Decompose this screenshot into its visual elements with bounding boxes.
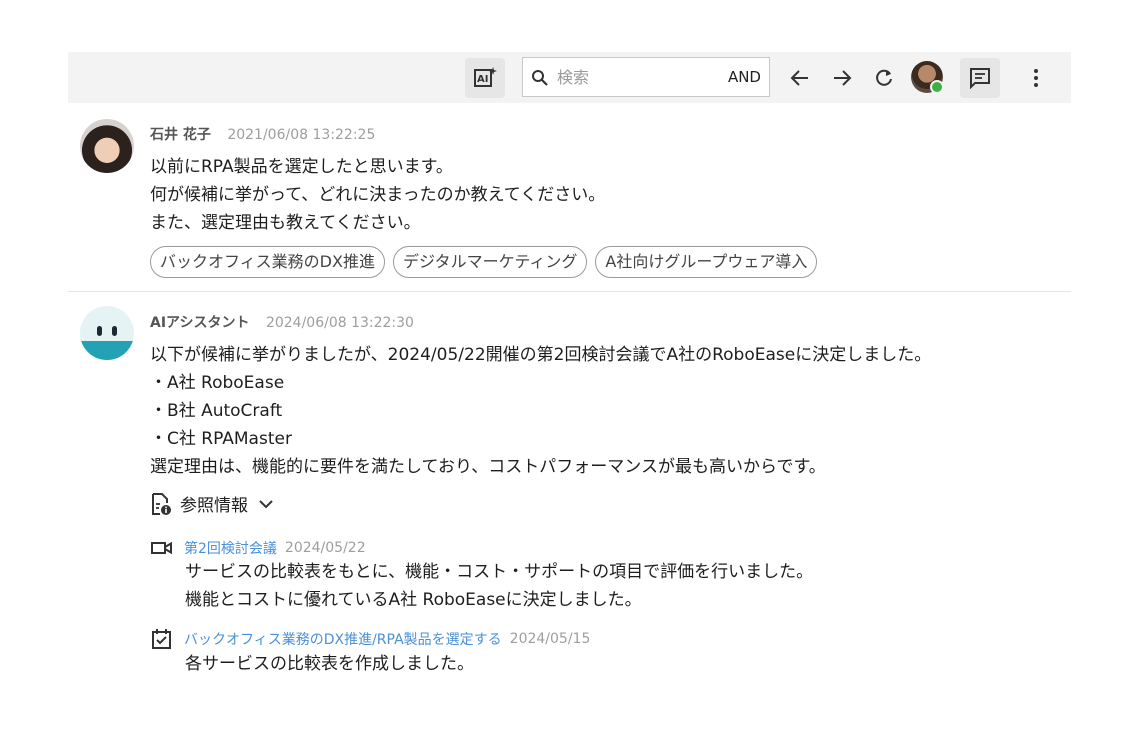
message-meta: AIアシスタント 2024/06/08 13:22:30 xyxy=(150,312,414,332)
current-user-avatar[interactable] xyxy=(911,61,944,94)
reference-line: サービスの比較表をもとに、機能・コスト・サポートの項目で評価を行いました。 xyxy=(185,562,814,582)
task-icon xyxy=(152,629,171,649)
refresh-button[interactable] xyxy=(870,64,898,92)
user-message: 石井 花子 2021/06/08 13:22:25 以前にRPA製品を選定したと… xyxy=(68,104,1071,292)
search-icon xyxy=(532,70,548,86)
assistant-message: AIアシスタント 2024/06/08 13:22:30 以下が候補に挙がりまし… xyxy=(68,292,1071,722)
document-info-icon xyxy=(152,492,171,515)
reference-toggle[interactable]: 参照情報 xyxy=(150,491,274,516)
reference-link[interactable]: 第2回検討会議 xyxy=(184,538,277,558)
message-time: 2021/06/08 13:22:25 xyxy=(227,127,376,143)
tag-list: バックオフィス業務のDX推進 デジタルマーケティング A社向けグループウェア導入 xyxy=(150,246,818,278)
message-line: また、選定理由も教えてください。 xyxy=(150,213,421,233)
avatar-eye xyxy=(112,326,117,336)
message-meta: 石井 花子 2021/06/08 13:22:25 xyxy=(150,124,375,144)
more-menu-button[interactable] xyxy=(1022,64,1050,92)
search-mode[interactable]: AND xyxy=(728,68,761,86)
message-line: 何が候補に挙がって、どれに決まったのか教えてください。 xyxy=(150,185,606,205)
message-line: ・A社 RoboEase xyxy=(150,373,285,393)
reference-item: 第2回検討会議 2024/05/22 サービスの比較表をもとに、機能・コスト・サ… xyxy=(150,538,813,614)
toolbar: AI AND xyxy=(68,52,1071,103)
search-input[interactable] xyxy=(557,64,717,90)
reference-line: 機能とコストに優れているA社 RoboEaseに決定しました。 xyxy=(185,590,642,610)
tag-chip[interactable]: バックオフィス業務のDX推進 xyxy=(150,246,385,278)
video-icon xyxy=(151,541,172,555)
ai-summary-button[interactable]: AI xyxy=(465,58,505,98)
message-line: 選定理由は、機能的に要件を満たしており、コストパフォーマンスが最も高いからです。 xyxy=(150,457,826,477)
forward-button[interactable] xyxy=(828,64,856,92)
ai-summary-icon: AI xyxy=(474,67,497,87)
sender-name: AIアシスタント xyxy=(150,315,250,331)
message-line: 以前にRPA製品を選定したと思います。 xyxy=(150,157,453,177)
more-vert-icon xyxy=(1034,69,1038,87)
refresh-icon xyxy=(876,69,892,86)
message-line: 以下が候補に挙がりましたが、2024/05/22開催の第2回検討会議でA社のRo… xyxy=(150,345,932,365)
arrow-right-icon xyxy=(834,70,852,86)
chevron-down-icon xyxy=(258,494,274,514)
user-avatar xyxy=(80,119,134,173)
reference-line: 各サービスの比較表を作成しました。 xyxy=(185,654,474,674)
message-line: ・C社 RPAMaster xyxy=(150,429,292,449)
chat-button[interactable] xyxy=(960,58,1000,98)
chat-icon xyxy=(970,68,990,89)
assistant-avatar xyxy=(80,306,134,360)
message-time: 2024/06/08 13:22:30 xyxy=(265,315,414,331)
reference-label: 参照情報 xyxy=(180,496,248,516)
message-body: 以前にRPA製品を選定したと思います。 何が候補に挙がって、どれに決まったのか教… xyxy=(150,153,605,237)
online-status-dot xyxy=(930,80,944,94)
avatar-band xyxy=(80,341,134,360)
avatar-eye xyxy=(97,326,102,336)
search-box[interactable]: AND xyxy=(522,57,770,97)
arrow-left-icon xyxy=(790,70,808,86)
tag-chip[interactable]: デジタルマーケティング xyxy=(392,246,588,278)
reference-link[interactable]: バックオフィス業務のDX推進/RPA製品を選定する xyxy=(184,629,502,649)
message-body: 以下が候補に挙がりましたが、2024/05/22開催の第2回検討会議でA社のRo… xyxy=(150,341,931,481)
tag-chip[interactable]: A社向けグループウェア導入 xyxy=(595,246,818,278)
reference-item: バックオフィス業務のDX推進/RPA製品を選定する 2024/05/15 各サー… xyxy=(150,628,590,678)
message-line: ・B社 AutoCraft xyxy=(150,401,283,421)
sender-name: 石井 花子 xyxy=(150,127,211,143)
svg-text:AI: AI xyxy=(477,74,488,85)
back-button[interactable] xyxy=(786,64,814,92)
reference-date: 2024/05/22 xyxy=(284,540,366,556)
reference-date: 2024/05/15 xyxy=(509,631,591,647)
